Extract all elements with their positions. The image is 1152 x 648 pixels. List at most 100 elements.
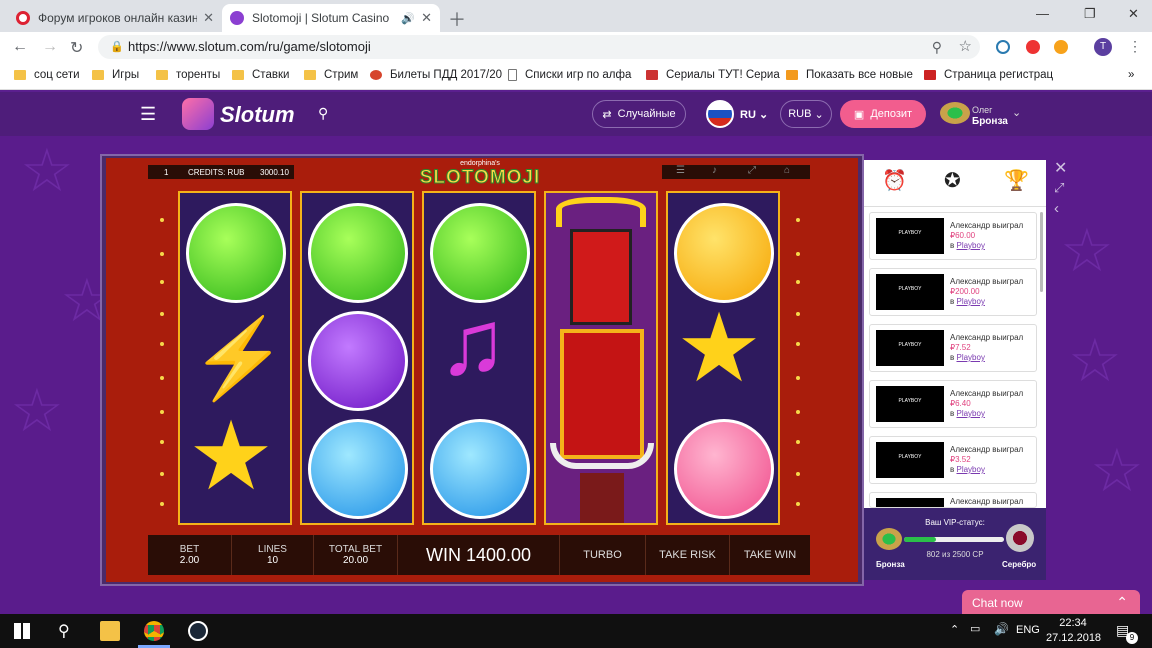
bookmark-item[interactable]: Страница регистрац <box>924 69 1053 81</box>
vip-status-panel: Ваш VIP-статус: 802 из 2500 СР Бронза Се… <box>864 508 1046 580</box>
bookmark-item[interactable]: Списки игр по алфа <box>508 69 631 81</box>
win-feed-item[interactable]: PLAYBOY Александр выиграл ₽7.52 в Playbo… <box>869 324 1037 372</box>
bookmark-item[interactable]: Показать все новые <box>786 69 913 81</box>
tab-forum[interactable]: Форум игроков онлайн казино ✕ <box>8 4 222 32</box>
playboy-thumbnail <box>876 498 944 507</box>
expand-icon[interactable]: ⤢ <box>1054 180 1064 196</box>
payline-marker <box>796 376 800 380</box>
speaker-icon[interactable]: 🔊 <box>401 12 415 25</box>
slotum-logo-icon[interactable] <box>182 98 214 130</box>
take-win-button[interactable]: TAKE WIN <box>730 535 810 575</box>
lines-control[interactable]: LINES 10 <box>232 535 314 575</box>
fullscreen-icon[interactable]: ⤢ <box>748 165 756 176</box>
chrome-icon[interactable] <box>144 621 164 641</box>
forward-icon[interactable]: → <box>42 38 58 56</box>
chevron-down-icon[interactable]: ⌄ <box>1012 106 1021 119</box>
playboy-thumbnail: PLAYBOY <box>876 386 944 422</box>
sound-icon[interactable]: ♪ <box>712 165 717 176</box>
steam-icon[interactable] <box>188 621 208 641</box>
clock-date[interactable]: 27.12.2018 <box>1046 632 1101 644</box>
star-decoration-icon: ☆ <box>20 137 74 204</box>
currency-select[interactable]: RUB ⌄ <box>780 100 832 128</box>
win-feed-item[interactable]: PLAYBOY Александр выиграл ₽200.00 в Play… <box>869 268 1037 316</box>
minimize-icon[interactable]: — <box>1036 6 1049 21</box>
bookmark-item[interactable]: Ставки <box>232 69 289 81</box>
game-link[interactable]: Playboy <box>956 241 984 250</box>
reload-icon[interactable]: ↻ <box>70 38 83 58</box>
bookmark-item[interactable]: Билеты ПДД 2017/20 <box>370 69 502 81</box>
bronze-badge-icon <box>876 528 902 550</box>
close-icon[interactable]: ✕ <box>203 10 214 26</box>
game-link[interactable]: Playboy <box>956 409 984 418</box>
menu-kebab-icon[interactable]: ⋮ <box>1128 38 1142 55</box>
show-hidden-icons[interactable]: ⌃ <box>950 623 959 636</box>
game-link[interactable]: Playboy <box>956 465 984 474</box>
trophy-icon[interactable]: 🏆 <box>1004 168 1029 193</box>
win-feed-item[interactable]: Александр выиграл <box>869 492 1037 508</box>
cool-emoji-icon <box>308 311 408 411</box>
url-field[interactable]: 🔒 https://www.slotum.com/ru/game/slotomo… <box>98 35 980 59</box>
file-explorer-icon[interactable] <box>100 621 120 641</box>
scrollbar[interactable] <box>1040 212 1043 292</box>
chevron-up-icon: ⌃ <box>1116 594 1128 610</box>
keyboard-language[interactable]: ENG <box>1016 624 1040 636</box>
chat-now-button[interactable]: Chat now ⌃ <box>962 590 1140 614</box>
folder-icon <box>304 70 316 80</box>
new-tab-button[interactable]: ＋ <box>448 6 466 32</box>
game-control-bar: BET 2.00 LINES 10 TOTAL BET 20.00 WIN 14… <box>148 535 810 575</box>
bookmark-item[interactable]: Сериалы ТУТ! Сериа <box>646 69 780 81</box>
win-feed-item[interactable]: PLAYBOY Александр выиграл ₽6.40 в Playbo… <box>869 380 1037 428</box>
close-window-icon[interactable]: ✕ <box>1128 6 1139 22</box>
bet-control[interactable]: BET 2.00 <box>148 535 232 575</box>
windows-start-icon[interactable] <box>14 623 30 639</box>
tab-slotomoji[interactable]: Slotomoji | Slotum Casino 🔊 ✕ <box>222 4 440 32</box>
network-icon[interactable]: ▭ <box>970 622 980 635</box>
heart-eyes-emoji-icon <box>674 419 774 519</box>
user-status[interactable]: Бронза <box>972 116 1008 127</box>
profile-avatar[interactable]: T <box>1094 38 1112 56</box>
russia-flag-icon[interactable] <box>706 100 734 128</box>
close-icon[interactable]: ✕ <box>421 10 432 26</box>
extension-icon[interactable] <box>996 40 1010 54</box>
random-games-button[interactable]: ⇄ Случайные <box>592 100 686 128</box>
more-bookmarks-icon[interactable]: » <box>1128 69 1134 81</box>
chevron-left-icon[interactable]: ‹ <box>1054 200 1059 217</box>
game-link[interactable]: Playboy <box>956 353 984 362</box>
home-icon[interactable]: ⌂ <box>784 165 790 176</box>
clock-time[interactable]: 22:34 <box>1048 617 1098 629</box>
close-icon[interactable]: ✕ <box>1054 158 1067 178</box>
playboy-thumbnail: PLAYBOY <box>876 218 944 254</box>
alarm-clock-icon[interactable]: ⏰ <box>882 168 907 193</box>
zoom-icon[interactable]: ⚲ <box>932 35 942 59</box>
take-risk-button[interactable]: TAKE RISK <box>646 535 730 575</box>
game-link[interactable]: Playboy <box>956 297 984 306</box>
divider <box>864 206 1046 207</box>
bookmark-item[interactable]: торенты <box>156 69 220 81</box>
turbo-button[interactable]: TURBO <box>560 535 646 575</box>
menu-icon[interactable]: ☰ <box>676 165 685 176</box>
bookmark-item[interactable]: соц сети <box>14 69 80 81</box>
deposit-button[interactable]: ▣ Депозит <box>840 100 926 128</box>
bookmark-star-icon[interactable]: ☆ <box>959 35 972 59</box>
chevron-down-icon: ⌄ <box>814 108 824 121</box>
restore-icon[interactable]: ❐ <box>1084 6 1096 22</box>
payline-marker <box>796 342 800 346</box>
site-logo-text[interactable]: Slotum <box>220 102 295 128</box>
win-feed-item[interactable]: PLAYBOY Александр выиграл ₽3.52 в Playbo… <box>869 436 1037 484</box>
search-icon[interactable]: ⚲ <box>318 105 328 122</box>
win-feed-item[interactable]: PLAYBOY Александр выиграл ₽60.00 в Playb… <box>869 212 1037 260</box>
bookmark-item[interactable]: Игры <box>92 69 139 81</box>
language-select[interactable]: RU ⌄ <box>740 108 768 121</box>
total-bet-display: TOTAL BET 20.00 <box>314 535 398 575</box>
payline-marker <box>160 280 164 284</box>
user-name[interactable]: Олег <box>972 105 992 115</box>
search-icon[interactable]: ⚲ <box>58 621 70 641</box>
opera-extension-icon[interactable] <box>1026 40 1040 54</box>
hamburger-menu-icon[interactable]: ☰ <box>140 104 156 125</box>
volume-icon[interactable]: 🔊 <box>994 622 1009 636</box>
vip-to-level: Серебро <box>1002 560 1037 569</box>
award-icon[interactable]: ✪ <box>944 168 961 193</box>
back-icon[interactable]: ← <box>12 38 28 56</box>
media-extension-icon[interactable] <box>1054 40 1068 54</box>
bookmark-item[interactable]: Стрим <box>304 69 358 81</box>
